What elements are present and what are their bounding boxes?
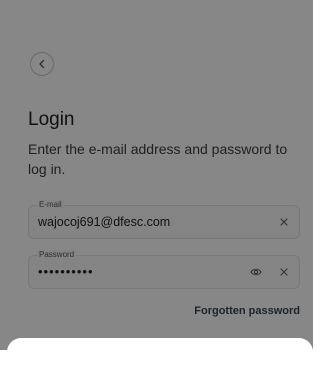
status-bar [7, 0, 313, 6]
bottom-sheet [7, 338, 313, 378]
toggle-password-visibility[interactable] [249, 265, 263, 279]
email-value[interactable]: wajocoj691@dfesc.com [38, 215, 238, 229]
close-icon [280, 218, 288, 226]
password-label: Password [37, 250, 77, 259]
chevron-left-icon [39, 59, 45, 69]
password-field[interactable]: Password •••••••••• [28, 250, 300, 289]
login-screen: Login Enter the e-mail address and passw… [7, 0, 313, 350]
clear-email-button[interactable] [277, 215, 291, 229]
password-value[interactable]: •••••••••• [38, 264, 238, 279]
page-subtitle: Enter the e-mail address and password to… [28, 141, 288, 177]
page-title: Login [28, 109, 75, 130]
clear-password-button[interactable] [277, 265, 291, 279]
email-field[interactable]: E-mail wajocoj691@dfesc.com [28, 200, 300, 239]
back-button[interactable] [30, 52, 54, 76]
eye-icon [250, 268, 262, 276]
close-icon [280, 268, 288, 276]
email-label: E-mail [37, 200, 64, 209]
forgotten-password-link[interactable]: Forgotten password [194, 305, 300, 317]
